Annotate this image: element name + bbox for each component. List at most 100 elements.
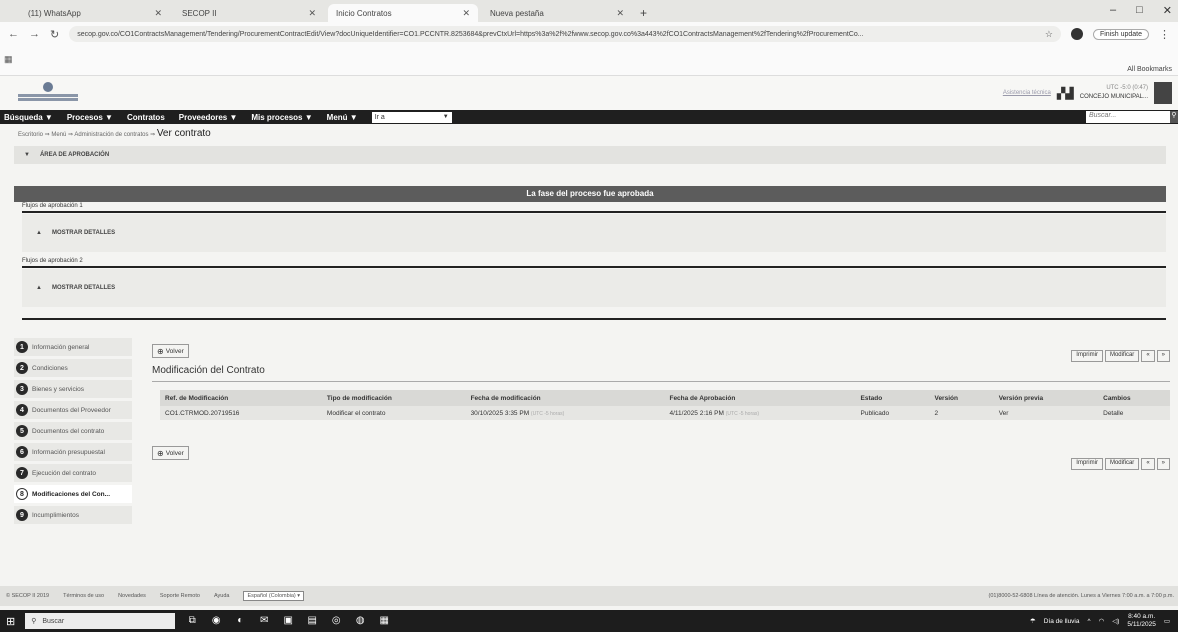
windows-start-icon[interactable]: ⊞ — [6, 615, 15, 628]
footer-link[interactable]: Novedades — [118, 593, 146, 599]
site-logo[interactable] — [18, 82, 78, 104]
nav-mis-procesos[interactable]: Mis procesos ▼ — [251, 113, 312, 122]
task-view-icon[interactable]: ⧉ — [185, 614, 199, 628]
browser-tab[interactable]: (11) WhatsApp ✕ — [20, 4, 170, 22]
approval-section-header[interactable]: ▼ ÁREA DE APROBACIÓN — [14, 146, 1166, 164]
step-item[interactable]: 4 Documentos del Proveedor — [14, 401, 132, 419]
column-header: Ref. de Modificación — [160, 390, 322, 406]
step-item[interactable]: 7 Ejecución del contrato — [14, 464, 132, 482]
browser-tab-active[interactable]: Inicio Contratos ✕ — [328, 4, 478, 22]
folder-icon[interactable]: ▤ — [305, 614, 319, 628]
step-nav: 1 Información general 2 Condiciones 3 Biene… — [14, 338, 132, 527]
prev-button[interactable]: « — [1141, 458, 1155, 470]
back-circle-icon: ⊕ — [157, 346, 164, 356]
browser-icon[interactable]: ◍ — [353, 614, 367, 628]
bookmark-star-icon[interactable]: ☆ — [1045, 29, 1053, 40]
browser-tab[interactable]: SECOP II ✕ — [174, 4, 324, 22]
weather-icon[interactable]: ☂ — [1030, 617, 1036, 625]
footer-link[interactable]: Soporte Remoto — [160, 593, 200, 599]
language-select[interactable]: Español (Colombia) ▾ — [243, 591, 305, 601]
column-header: Fecha de modificación — [465, 390, 665, 406]
tray-arrow-icon[interactable]: ^ — [1088, 618, 1091, 625]
next-button[interactable]: » — [1156, 458, 1170, 470]
back-button-bottom[interactable]: ⊕ Volver — [152, 446, 189, 460]
url-field[interactable]: secop.gov.co/CO1ContractsManagement/Tend… — [69, 26, 1061, 42]
nav-menu[interactable]: Menú ▼ — [327, 113, 358, 122]
divider — [152, 381, 1170, 382]
column-header: Estado — [855, 390, 930, 406]
step-item[interactable]: 3 Bienes y servicios — [14, 380, 132, 398]
close-icon[interactable]: ✕ — [154, 8, 162, 19]
goto-select[interactable]: Ir a ▼ — [371, 111, 452, 123]
nav-contratos[interactable]: Contratos — [127, 113, 165, 122]
back-icon[interactable]: ← — [8, 28, 19, 40]
taskbar-search-input[interactable]: ⚲ Buscar — [25, 613, 176, 629]
step-item[interactable]: 1 Información general — [14, 338, 132, 356]
footer-link[interactable]: Términos de uso — [63, 593, 104, 599]
notifications-icon[interactable]: ▞▟ — [1057, 87, 1074, 100]
close-icon[interactable]: ✕ — [616, 8, 624, 19]
chrome-icon[interactable]: ◉ — [209, 614, 223, 628]
taskbar-search-placeholder: Buscar — [42, 617, 65, 625]
nav-busqueda[interactable]: Búsqueda ▼ — [4, 113, 53, 122]
window-close-icon[interactable]: ✕ — [1163, 4, 1172, 17]
spreadsheet-icon[interactable]: ▦ — [377, 614, 391, 628]
user-name: CONCEJO MUNICIPAL... — [1079, 94, 1148, 100]
apps-grid-icon[interactable]: ▦ — [4, 54, 13, 65]
step-item-active[interactable]: 8 Modificaciones del Con... — [14, 485, 132, 503]
notifications-center-icon[interactable]: ▭ — [1164, 617, 1170, 625]
close-icon[interactable]: ✕ — [462, 8, 470, 19]
browser-menu-icon[interactable]: ⋮ — [1159, 28, 1170, 41]
print-button[interactable]: Imprimir — [1071, 458, 1103, 470]
step-number: 7 — [16, 467, 28, 479]
all-bookmarks-link[interactable]: All Bookmarks — [1127, 66, 1172, 73]
action-buttons-bottom: Imprimir Modificar « » — [1071, 458, 1170, 470]
maximize-icon[interactable]: □ — [1136, 4, 1143, 17]
step-item[interactable]: 9 Incumplimientos — [14, 506, 132, 524]
support-link[interactable]: Asistencia técnica — [1003, 90, 1051, 96]
mod-tz: (UTC -5 horas) — [530, 410, 565, 417]
print-button[interactable]: Imprimir — [1071, 350, 1103, 362]
view-previous-version-link[interactable]: Ver — [993, 406, 1099, 420]
show-details-label: MOSTRAR DETALLES — [51, 285, 116, 291]
edge-icon[interactable]: ◐ — [233, 614, 247, 628]
browser-tab[interactable]: Nueva pestaña ✕ — [482, 4, 632, 22]
flow2-details-toggle[interactable]: ▲ MOSTRAR DETALLES — [22, 269, 1166, 307]
flow1-details-toggle[interactable]: ▲ MOSTRAR DETALLES — [22, 214, 1166, 252]
store-icon[interactable]: ▣ — [281, 614, 295, 628]
changes-detail-link[interactable]: Detalle — [1098, 406, 1170, 420]
search-input[interactable]: Buscar... — [1086, 111, 1170, 123]
next-button[interactable]: » — [1156, 350, 1170, 362]
step-item[interactable]: 6 Información presupuestal — [14, 443, 132, 461]
expand-icon: ▲ — [36, 230, 42, 236]
minimize-icon[interactable]: – — [1110, 4, 1116, 17]
divider — [22, 266, 1166, 268]
mail-icon[interactable]: ✉ — [257, 614, 271, 628]
prev-button[interactable]: « — [1141, 350, 1155, 362]
modify-button[interactable]: Modificar — [1104, 350, 1140, 362]
tab-label: Nueva pestaña — [490, 8, 544, 18]
search-icon[interactable]: ⚲ — [1170, 111, 1178, 123]
back-button-top[interactable]: ⊕ Volver — [152, 344, 189, 358]
user-info[interactable]: UTC -5:0 (0:47) CONCEJO MUNICIPAL... — [1080, 84, 1148, 102]
chrome-profile-icon[interactable]: ◎ — [329, 614, 343, 628]
footer-link[interactable]: Ayuda — [214, 593, 230, 599]
new-tab-icon[interactable]: + — [640, 4, 647, 22]
browser-tab-strip: (11) WhatsApp ✕ SECOP II ✕ Inicio Contrato… — [0, 0, 1178, 22]
nav-proveedores[interactable]: Proveedores ▼ — [179, 113, 238, 122]
modify-button[interactable]: Modificar — [1104, 458, 1140, 470]
approval-tz: (UTC -5 horas) — [725, 410, 760, 417]
forward-icon[interactable]: → — [29, 28, 40, 40]
reload-icon[interactable]: ↻ — [50, 28, 59, 41]
profile-icon[interactable] — [1070, 28, 1083, 40]
nav-procesos[interactable]: Procesos ▼ — [67, 113, 113, 122]
finish-update-button[interactable]: Finish update — [1092, 28, 1149, 40]
volume-icon[interactable]: ◁) — [1112, 617, 1119, 625]
taskbar-clock[interactable]: 8:40 a.m. 5/11/2025 — [1127, 613, 1155, 629]
network-icon[interactable]: ◠ — [1099, 617, 1105, 625]
avatar[interactable] — [1154, 82, 1172, 104]
step-item[interactable]: 5 Documentos del contrato — [14, 422, 132, 440]
step-item[interactable]: 2 Condiciones — [14, 359, 132, 377]
breadcrumb-trail[interactable]: Escritorio ⇒ Menú ⇒ Administración de co… — [18, 132, 155, 138]
close-icon[interactable]: ✕ — [308, 8, 316, 19]
